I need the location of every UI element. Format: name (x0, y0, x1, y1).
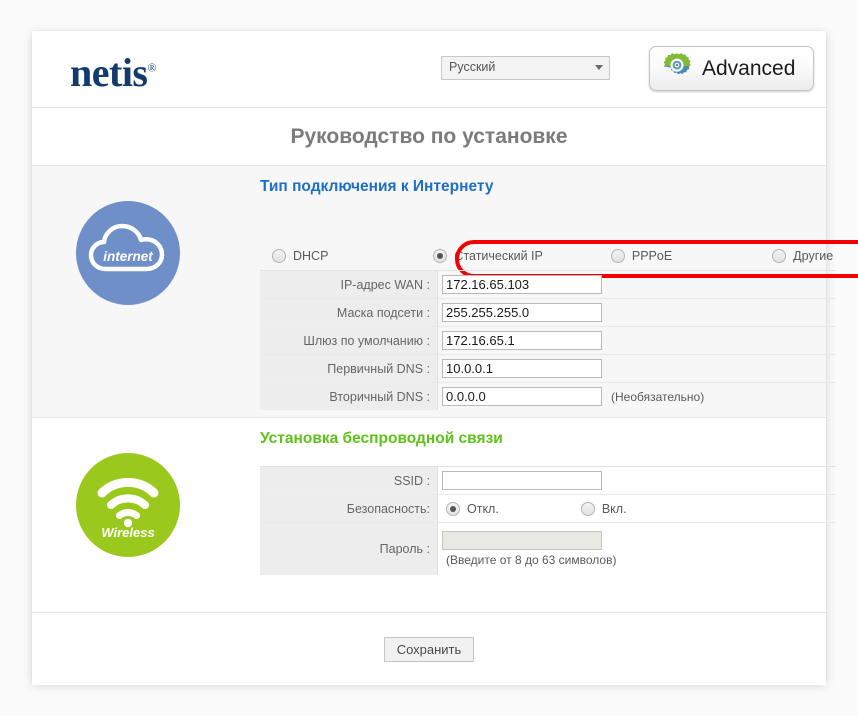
value-ssid (438, 467, 836, 494)
wireless-form: SSID : Безопасность: Откл. Вкл. (260, 466, 836, 575)
wifi-icon: Wireless (76, 453, 180, 557)
page-title-bar: Руководство по установке (32, 108, 826, 166)
brand-text: netis (70, 50, 148, 95)
label-primary-dns: Первичный DNS : (260, 355, 438, 382)
internet-icon-wrap: internet (76, 201, 180, 305)
secondary-dns-hint: (Необязательно) (611, 390, 704, 404)
internet-section-heading: Тип подключения к Интернету (260, 178, 493, 196)
language-select-value: Русский (449, 60, 495, 74)
label-secondary-dns: Вторичный DNS : (260, 383, 438, 410)
registered-mark-icon: ® (148, 61, 157, 75)
chevron-down-icon (595, 65, 603, 70)
page-title: Руководство по установке (291, 125, 568, 149)
primary-dns-input[interactable] (442, 359, 602, 378)
radio-pppoe-label: PPPoE (632, 249, 672, 263)
label-default-gateway: Шлюз по умолчанию : (260, 327, 438, 354)
form-row-security: Безопасность: Откл. Вкл. (260, 495, 836, 523)
form-row-primary-dns: Первичный DNS : (260, 355, 836, 383)
form-row-subnet-mask: Маска подсети : (260, 299, 836, 327)
radio-other[interactable]: Другие (772, 249, 833, 263)
label-ssid: SSID : (260, 467, 438, 494)
netis-logo: netis® (70, 49, 156, 96)
connection-type-radio-group[interactable]: DHCP Статический IP PPPoE Другие (260, 242, 836, 271)
router-setup-card: netis® Русский (32, 31, 826, 683)
radio-pppoe-indicator[interactable] (611, 249, 625, 263)
label-wan-ip: IP-адрес WAN : (260, 271, 438, 298)
internet-cloud-icon: internet (76, 201, 180, 305)
value-security[interactable]: Откл. Вкл. (438, 495, 836, 522)
value-default-gateway (438, 327, 836, 354)
wireless-settings-section: Wireless Установка беспроводной связи SS… (32, 418, 826, 613)
radio-other-indicator[interactable] (772, 249, 786, 263)
static-ip-form: IP-адрес WAN : Маска подсети : Шлюз по у… (260, 270, 836, 410)
label-password: Пароль : (260, 523, 438, 575)
value-secondary-dns: (Необязательно) (438, 383, 836, 410)
footer-bar: Сохранить (32, 613, 826, 685)
radio-security-off[interactable]: Откл. (446, 502, 499, 516)
gear-icon (663, 52, 691, 85)
value-primary-dns (438, 355, 836, 382)
label-subnet-mask: Маска подсети : (260, 299, 438, 326)
value-wan-ip (438, 271, 836, 298)
value-password: (Введите от 8 до 63 символов) (438, 523, 836, 575)
label-security: Безопасность: (260, 495, 438, 522)
internet-icon-caption: internet (76, 249, 180, 264)
radio-dhcp-label: DHCP (293, 249, 328, 263)
form-row-default-gateway: Шлюз по умолчанию : (260, 327, 836, 355)
secondary-dns-input[interactable] (442, 387, 602, 406)
password-input[interactable] (442, 531, 602, 550)
default-gateway-input[interactable] (442, 331, 602, 350)
advanced-button[interactable]: Advanced (649, 46, 814, 91)
radio-dhcp[interactable]: DHCP (272, 249, 328, 263)
radio-dhcp-indicator[interactable] (272, 249, 286, 263)
wireless-icon-caption: Wireless (76, 525, 180, 540)
radio-pppoe[interactable]: PPPoE (611, 249, 672, 263)
save-button[interactable]: Сохранить (384, 637, 475, 662)
form-row-secondary-dns: Вторичный DNS : (Необязательно) (260, 383, 836, 410)
wireless-icon-wrap: Wireless (76, 453, 180, 557)
form-row-wan-ip: IP-адрес WAN : (260, 271, 836, 299)
password-hint: (Введите от 8 до 63 символов) (442, 553, 616, 567)
internet-settings-section: internet Тип подключения к Интернету DHC… (32, 166, 826, 418)
radio-security-off-label: Откл. (467, 502, 499, 516)
value-subnet-mask (438, 299, 836, 326)
header-bar: netis® Русский (32, 31, 826, 108)
language-select[interactable]: Русский (441, 56, 610, 80)
wireless-section-heading: Установка беспроводной связи (260, 430, 503, 448)
advanced-button-label: Advanced (702, 57, 795, 81)
subnet-mask-input[interactable] (442, 303, 602, 322)
ssid-input[interactable] (442, 471, 602, 490)
wan-ip-input[interactable] (442, 275, 602, 294)
radio-static-ip[interactable]: Статический IP (433, 249, 542, 263)
form-row-password: Пароль : (Введите от 8 до 63 символов) (260, 523, 836, 575)
radio-static-ip-label: Статический IP (454, 249, 542, 263)
form-row-ssid: SSID : (260, 467, 836, 495)
radio-security-on-indicator[interactable] (581, 502, 595, 516)
radio-security-off-indicator[interactable] (446, 502, 460, 516)
radio-security-on[interactable]: Вкл. (581, 502, 627, 516)
radio-security-on-label: Вкл. (602, 502, 627, 516)
radio-other-label: Другие (793, 249, 833, 263)
radio-static-ip-indicator[interactable] (433, 249, 447, 263)
